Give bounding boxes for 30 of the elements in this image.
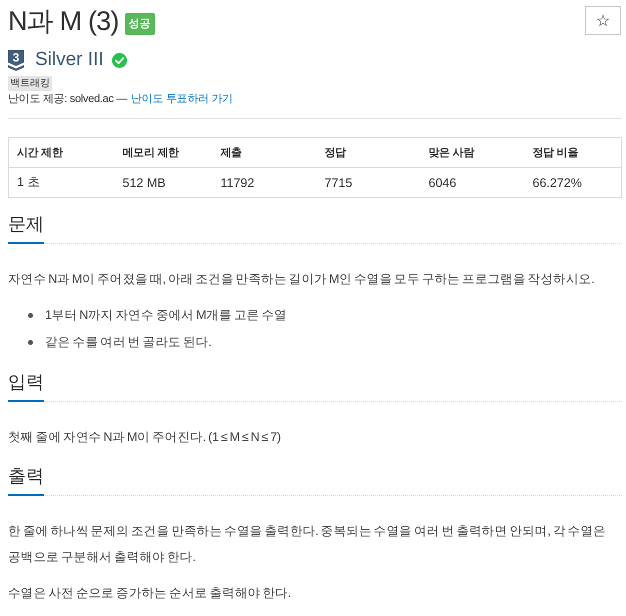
table-header-cell: 메모리 제한 <box>114 138 212 168</box>
list-item-text: 같은 수를 여러 번 골라도 된다. <box>45 334 212 351</box>
tier-name: Silver III <box>35 48 104 72</box>
paragraph-text: 자연수 N과 M이 주어졌을 때, 아래 조건을 만족하는 길이가 M인 수열을 모두 구하는 프로그램을 작성하시오. <box>8 271 596 288</box>
table-header-cell: 정답 <box>316 138 420 168</box>
table-cell: 66.272% <box>524 168 622 198</box>
table-cell: 1 초 <box>8 168 114 198</box>
table-cell: 6046 <box>420 168 524 198</box>
table-header-cell: 맞은 사람 <box>420 138 524 168</box>
section-heading: 입력 <box>8 368 44 402</box>
table-cell: 11792 <box>212 168 316 198</box>
paragraph-text: 수열은 사전 순으로 증가하는 순서로 출력해야 한다. <box>8 585 292 602</box>
tag-link[interactable]: 백트래킹 <box>8 76 52 91</box>
table-header-cell: 제출 <box>212 138 316 168</box>
bullet-icon <box>28 313 33 318</box>
problem-title: N과 M (3) <box>8 5 119 38</box>
table-cell: 512 MB <box>114 168 212 198</box>
list-item-text: 1부터 N까지 자연수 중에서 M개를 고른 수열 <box>45 307 287 324</box>
difficulty-credit-text: 난이도 제공: solved.ac — <box>8 92 127 107</box>
table-header-cell: 정답 비율 <box>524 138 622 168</box>
bullet-icon <box>28 340 33 345</box>
section-heading: 출력 <box>8 462 44 496</box>
result-badge: 성공 <box>124 13 155 35</box>
paragraph-text: 한 줄에 하나씩 문제의 조건을 만족하는 수열을 출력한다. 중복되는 수열을 여러 번 출력하면 안되며, 각 수열은 공백으로 구분해서 출력해야 한다. <box>8 523 607 566</box>
table-cell: 7715 <box>316 168 420 198</box>
difficulty-vote-link[interactable]: 난이도 투표하러 가기 <box>131 91 233 107</box>
table-header-cell: 시간 제한 <box>8 138 114 168</box>
favorite-star-button[interactable]: ☆ <box>585 6 621 35</box>
section-heading: 문제 <box>8 210 44 244</box>
paragraph-text: 첫째 줄에 자연수 N과 M이 주어진다. (1 ≤ M ≤ N ≤ 7) <box>8 429 282 446</box>
